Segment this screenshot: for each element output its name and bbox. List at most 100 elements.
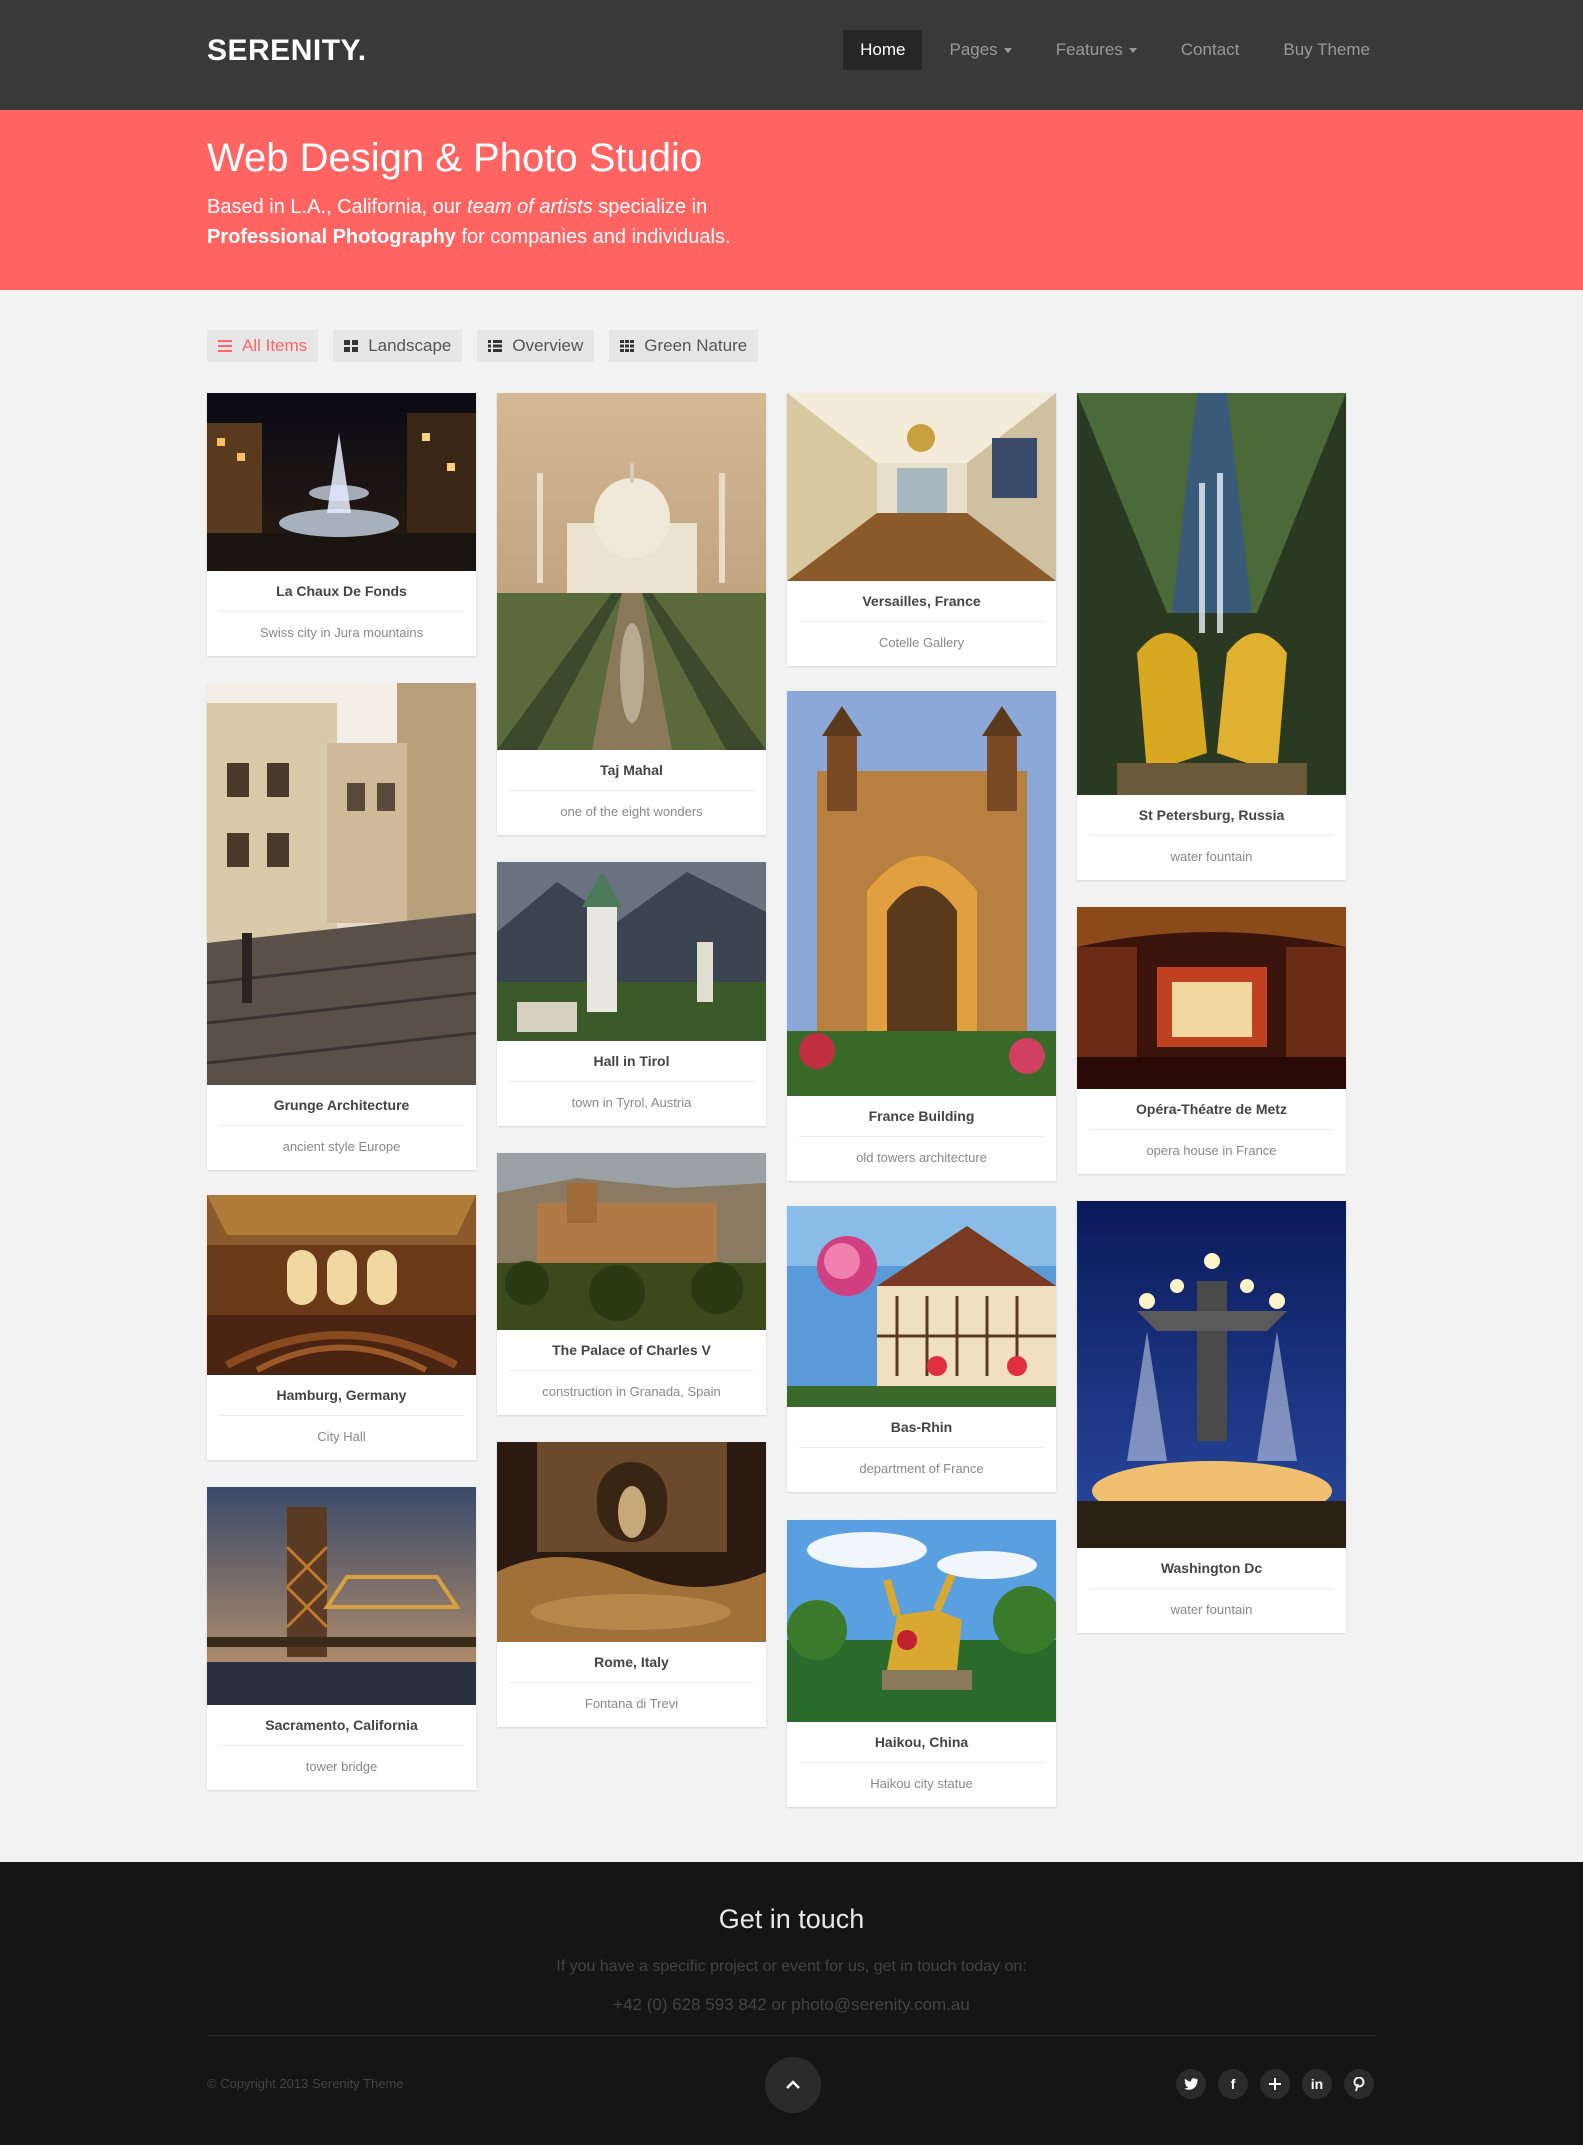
portfolio-item-description: Cotelle Gallery — [878, 635, 965, 650]
hero-sub-bold: Professional Photography — [207, 226, 456, 248]
portfolio-item-title: Hall in Tirol — [593, 1053, 670, 1069]
portfolio-item-description: water fountain — [1170, 849, 1253, 864]
photo-cobblestone-street — [207, 683, 476, 1085]
social-links: f in — [1176, 2069, 1374, 2099]
photo-bas-rhin — [787, 1206, 1056, 1407]
nav-label: Contact — [1180, 40, 1240, 59]
nav-label: Pages — [949, 40, 998, 59]
portfolio-item[interactable]: Versailles, France Cotelle Gallery — [787, 393, 1056, 666]
back-to-top-button[interactable] — [765, 2057, 821, 2113]
portfolio-item-description: tower bridge — [305, 1759, 378, 1774]
portfolio-item-title: Versailles, France — [862, 593, 981, 609]
pinterest-icon[interactable] — [1344, 2069, 1374, 2099]
photo-trevi-fountain — [497, 1442, 766, 1642]
portfolio-item[interactable]: Sacramento, California tower bridge — [207, 1487, 476, 1790]
portfolio-item[interactable]: St Petersburg, Russia water fountain — [1077, 393, 1346, 880]
twitter-icon[interactable] — [1176, 2069, 1206, 2099]
portfolio-item-description: ancient style Europe — [282, 1139, 401, 1154]
hero-subtitle: Based in L.A., California, our team of a… — [207, 192, 907, 252]
hero-sub-text: for companies and individuals. — [455, 226, 731, 248]
portfolio-item[interactable]: Hamburg, Germany City Hall — [207, 1195, 476, 1460]
portfolio-item[interactable]: Taj Mahal one of the eight wonders — [497, 393, 766, 835]
nav-features[interactable]: Features — [1039, 30, 1154, 70]
portfolio-item-title: Washington Dc — [1160, 1560, 1263, 1576]
nav-label: Features — [1055, 40, 1123, 59]
site-footer: Get in touch If you have a specific proj… — [0, 1862, 1583, 2145]
copyright-text: © Copyright 2013 Serenity Theme — [207, 2076, 404, 2091]
portfolio-item-description: one of the eight wonders — [560, 804, 703, 819]
portfolio-item[interactable]: Opéra-Théatre de Metz opera house in Fra… — [1077, 907, 1346, 1174]
photo-hall-in-tirol — [497, 862, 766, 1041]
portfolio-item[interactable]: Bas-Rhin department of France — [787, 1206, 1056, 1492]
nav-buy-theme[interactable]: Buy Theme — [1266, 30, 1387, 70]
portfolio-item-title: La Chaux De Fonds — [276, 583, 407, 599]
portfolio-item-description: water fountain — [1170, 1602, 1253, 1617]
footer-contact-intro: If you have a specific project or event … — [556, 1958, 1027, 1975]
portfolio-item[interactable]: Washington Dc water fountain — [1077, 1201, 1346, 1633]
filter-label: Green Nature — [644, 336, 748, 355]
photo-versailles-gallery — [787, 393, 1056, 581]
filter-label: Landscape — [368, 336, 452, 355]
nav-label: Buy Theme — [1283, 40, 1370, 59]
filter-label: Overview — [512, 336, 584, 355]
list-detail-icon — [488, 340, 503, 352]
nav-contact[interactable]: Contact — [1164, 30, 1257, 70]
hero-sub-text: specialize in — [592, 196, 708, 218]
portfolio-item[interactable]: La Chaux De Fonds Swiss city in Jura mou… — [207, 393, 476, 656]
portfolio-item-title: Haikou, China — [874, 1734, 969, 1750]
portfolio-item-title: Taj Mahal — [600, 762, 663, 778]
portfolio-item-title: Hamburg, Germany — [276, 1387, 407, 1403]
portfolio-item-description: town in Tyrol, Austria — [571, 1095, 692, 1110]
portfolio-item[interactable]: Haikou, China Haikou city statue — [787, 1520, 1056, 1807]
filter-green-nature[interactable]: Green Nature — [609, 330, 759, 362]
top-navbar: SERENITY. Home Pages Features Contact Bu… — [0, 0, 1583, 110]
portfolio-item-description: old towers architecture — [856, 1150, 987, 1165]
caret-down-icon — [1003, 47, 1012, 53]
portfolio-item-description: opera house in France — [1146, 1143, 1277, 1158]
filter-label: All Items — [242, 336, 308, 355]
photo-hamburg-hall — [207, 1195, 476, 1375]
photo-haikou-statue — [787, 1520, 1056, 1722]
portfolio-item-description: Fontana di Trevi — [584, 1696, 679, 1711]
portfolio-item[interactable]: Hall in Tirol town in Tyrol, Austria — [497, 862, 766, 1126]
filter-overview[interactable]: Overview — [477, 330, 595, 362]
photo-washington-fountain — [1077, 1201, 1346, 1548]
portfolio-gallery: La Chaux De Fonds Swiss city in Jura mou… — [207, 393, 1347, 1813]
photo-opera-metz — [1077, 907, 1346, 1089]
filter-all-items[interactable]: All Items — [207, 330, 319, 362]
nav-pages[interactable]: Pages — [932, 30, 1028, 70]
portfolio-item-title: St Petersburg, Russia — [1138, 807, 1285, 823]
portfolio-item-description: department of France — [859, 1461, 984, 1476]
site-logo[interactable]: SERENITY. — [207, 34, 367, 68]
hero-sub-italic: team of artists — [467, 196, 593, 218]
portfolio-item-title: Grunge Architecture — [273, 1097, 410, 1113]
grid-2x2-icon — [344, 340, 359, 352]
portfolio-item[interactable]: Grunge Architecture ancient style Europe — [207, 683, 476, 1170]
portfolio-item[interactable]: Rome, Italy Fontana di Trevi — [497, 1442, 766, 1727]
hero-sub-text: Based in L.A., California, our — [207, 196, 468, 218]
photo-peterhof-fountain — [1077, 393, 1346, 795]
portfolio-item-title: Rome, Italy — [594, 1654, 669, 1670]
footer-divider — [207, 2035, 1377, 2036]
google-plus-icon[interactable] — [1260, 2069, 1290, 2099]
portfolio-item[interactable]: The Palace of Charles V construction in … — [497, 1153, 766, 1415]
portfolio-item-title: The Palace of Charles V — [552, 1342, 711, 1358]
linkedin-icon[interactable]: in — [1302, 2069, 1332, 2099]
hero-title: Web Design & Photo Studio — [207, 136, 703, 180]
nav-label: Home — [860, 40, 906, 59]
portfolio-item-description: Swiss city in Jura mountains — [259, 625, 424, 640]
caret-down-icon — [1128, 47, 1137, 53]
portfolio-item-description: construction in Granada, Spain — [542, 1384, 721, 1399]
portfolio-item-title: Sacramento, California — [265, 1717, 418, 1733]
filter-landscape[interactable]: Landscape — [333, 330, 463, 362]
portfolio-item-description: City Hall — [317, 1429, 366, 1444]
nav-home[interactable]: Home — [843, 30, 923, 70]
photo-fountain-night — [207, 393, 476, 571]
portfolio-item-title: Opéra-Théatre de Metz — [1136, 1101, 1287, 1117]
portfolio-item[interactable]: France Building old towers architecture — [787, 691, 1056, 1181]
main-nav: Home Pages Features Contact Buy Theme — [843, 30, 1387, 70]
facebook-icon[interactable]: f — [1218, 2069, 1248, 2099]
photo-france-building — [787, 691, 1056, 1096]
portfolio-item-title: Bas-Rhin — [890, 1419, 953, 1435]
photo-tower-bridge — [207, 1487, 476, 1705]
